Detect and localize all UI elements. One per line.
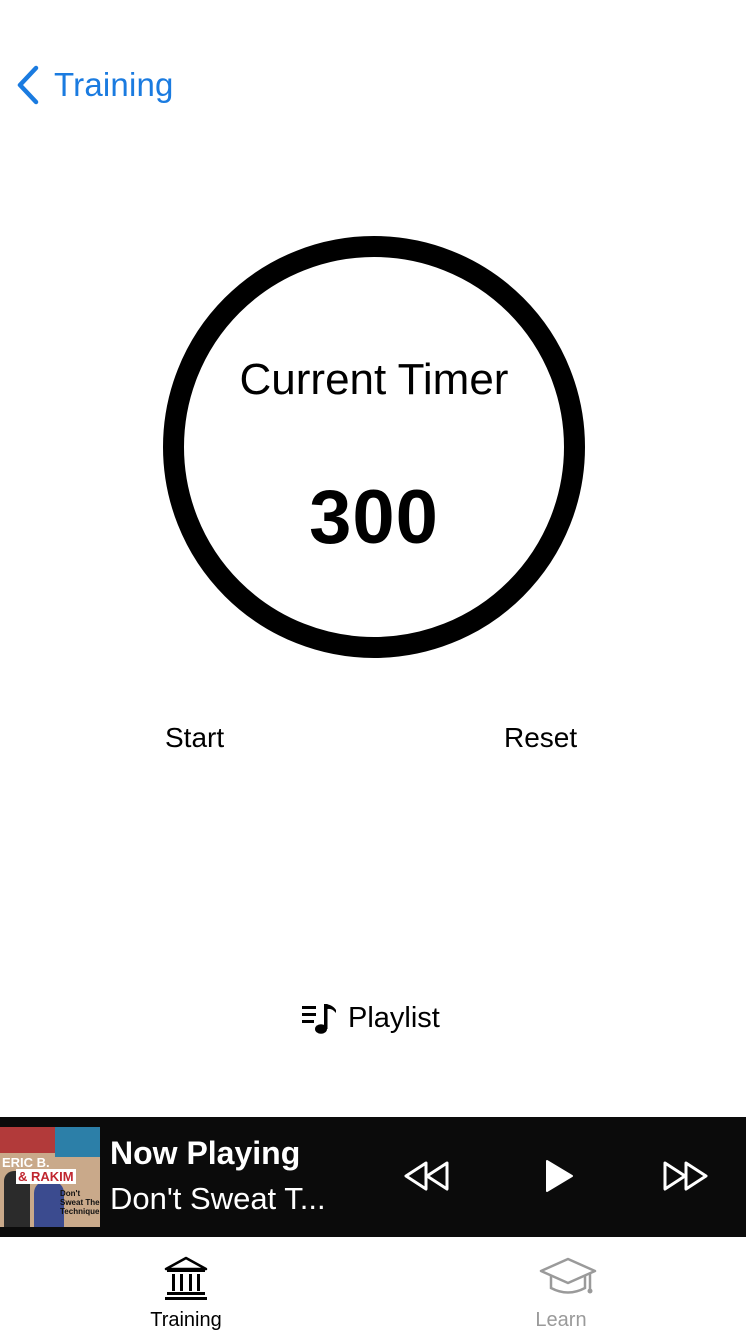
tab-training-label: Training [150,1309,222,1331]
music-list-icon [302,1004,336,1034]
timer-value: 300 [309,475,439,560]
start-button[interactable]: Start [165,722,224,754]
fast-forward-icon [663,1161,708,1191]
album-art-artist-line2: & RAKIM [16,1169,76,1184]
timer-ring [163,236,585,658]
tab-training[interactable]: Training [106,1237,266,1335]
timer-title: Current Timer [239,355,509,404]
playlist-label: Playlist [348,1001,440,1034]
tab-bar: Training Learn [0,1237,746,1335]
reset-button[interactable]: Reset [504,722,577,754]
play-button[interactable] [544,1159,574,1193]
fast-forward-button[interactable] [662,1159,710,1193]
now-playing-title: Now Playing [110,1135,301,1171]
album-art-artist-line1: ERIC B. [2,1155,50,1170]
album-art: ERIC B. & RAKIM Don't Sweat The Techniqu… [0,1127,100,1227]
back-button[interactable]: Training [14,62,174,108]
rewind-icon [404,1161,449,1191]
now-playing-bar[interactable]: ERIC B. & RAKIM Don't Sweat The Techniqu… [0,1117,746,1237]
playlist-button[interactable]: Playlist [300,998,440,1038]
rewind-button[interactable] [402,1159,450,1193]
album-art-title: Don't Sweat The Technique [60,1189,100,1216]
bank-icon [164,1256,208,1300]
tab-learn[interactable]: Learn [481,1237,641,1335]
tab-learn-label: Learn [535,1309,587,1331]
chevron-left-icon [17,65,39,105]
play-icon [546,1160,573,1192]
back-button-label: Training [54,66,174,103]
graduation-cap-icon [539,1257,597,1294]
now-playing-track: Don't Sweat T... [110,1181,326,1216]
